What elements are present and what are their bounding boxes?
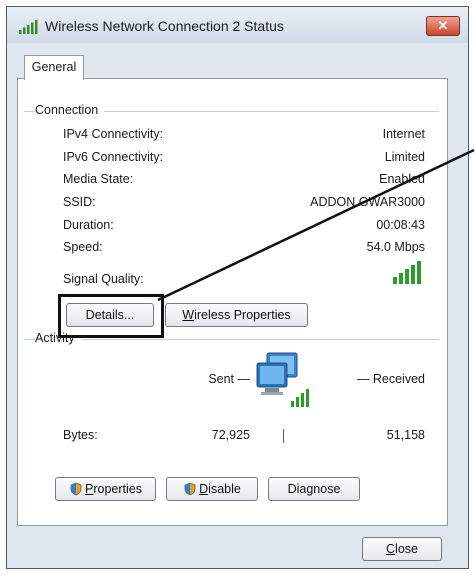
callout-pointer-line — [157, 148, 475, 302]
tab-general[interactable]: General — [24, 55, 84, 80]
